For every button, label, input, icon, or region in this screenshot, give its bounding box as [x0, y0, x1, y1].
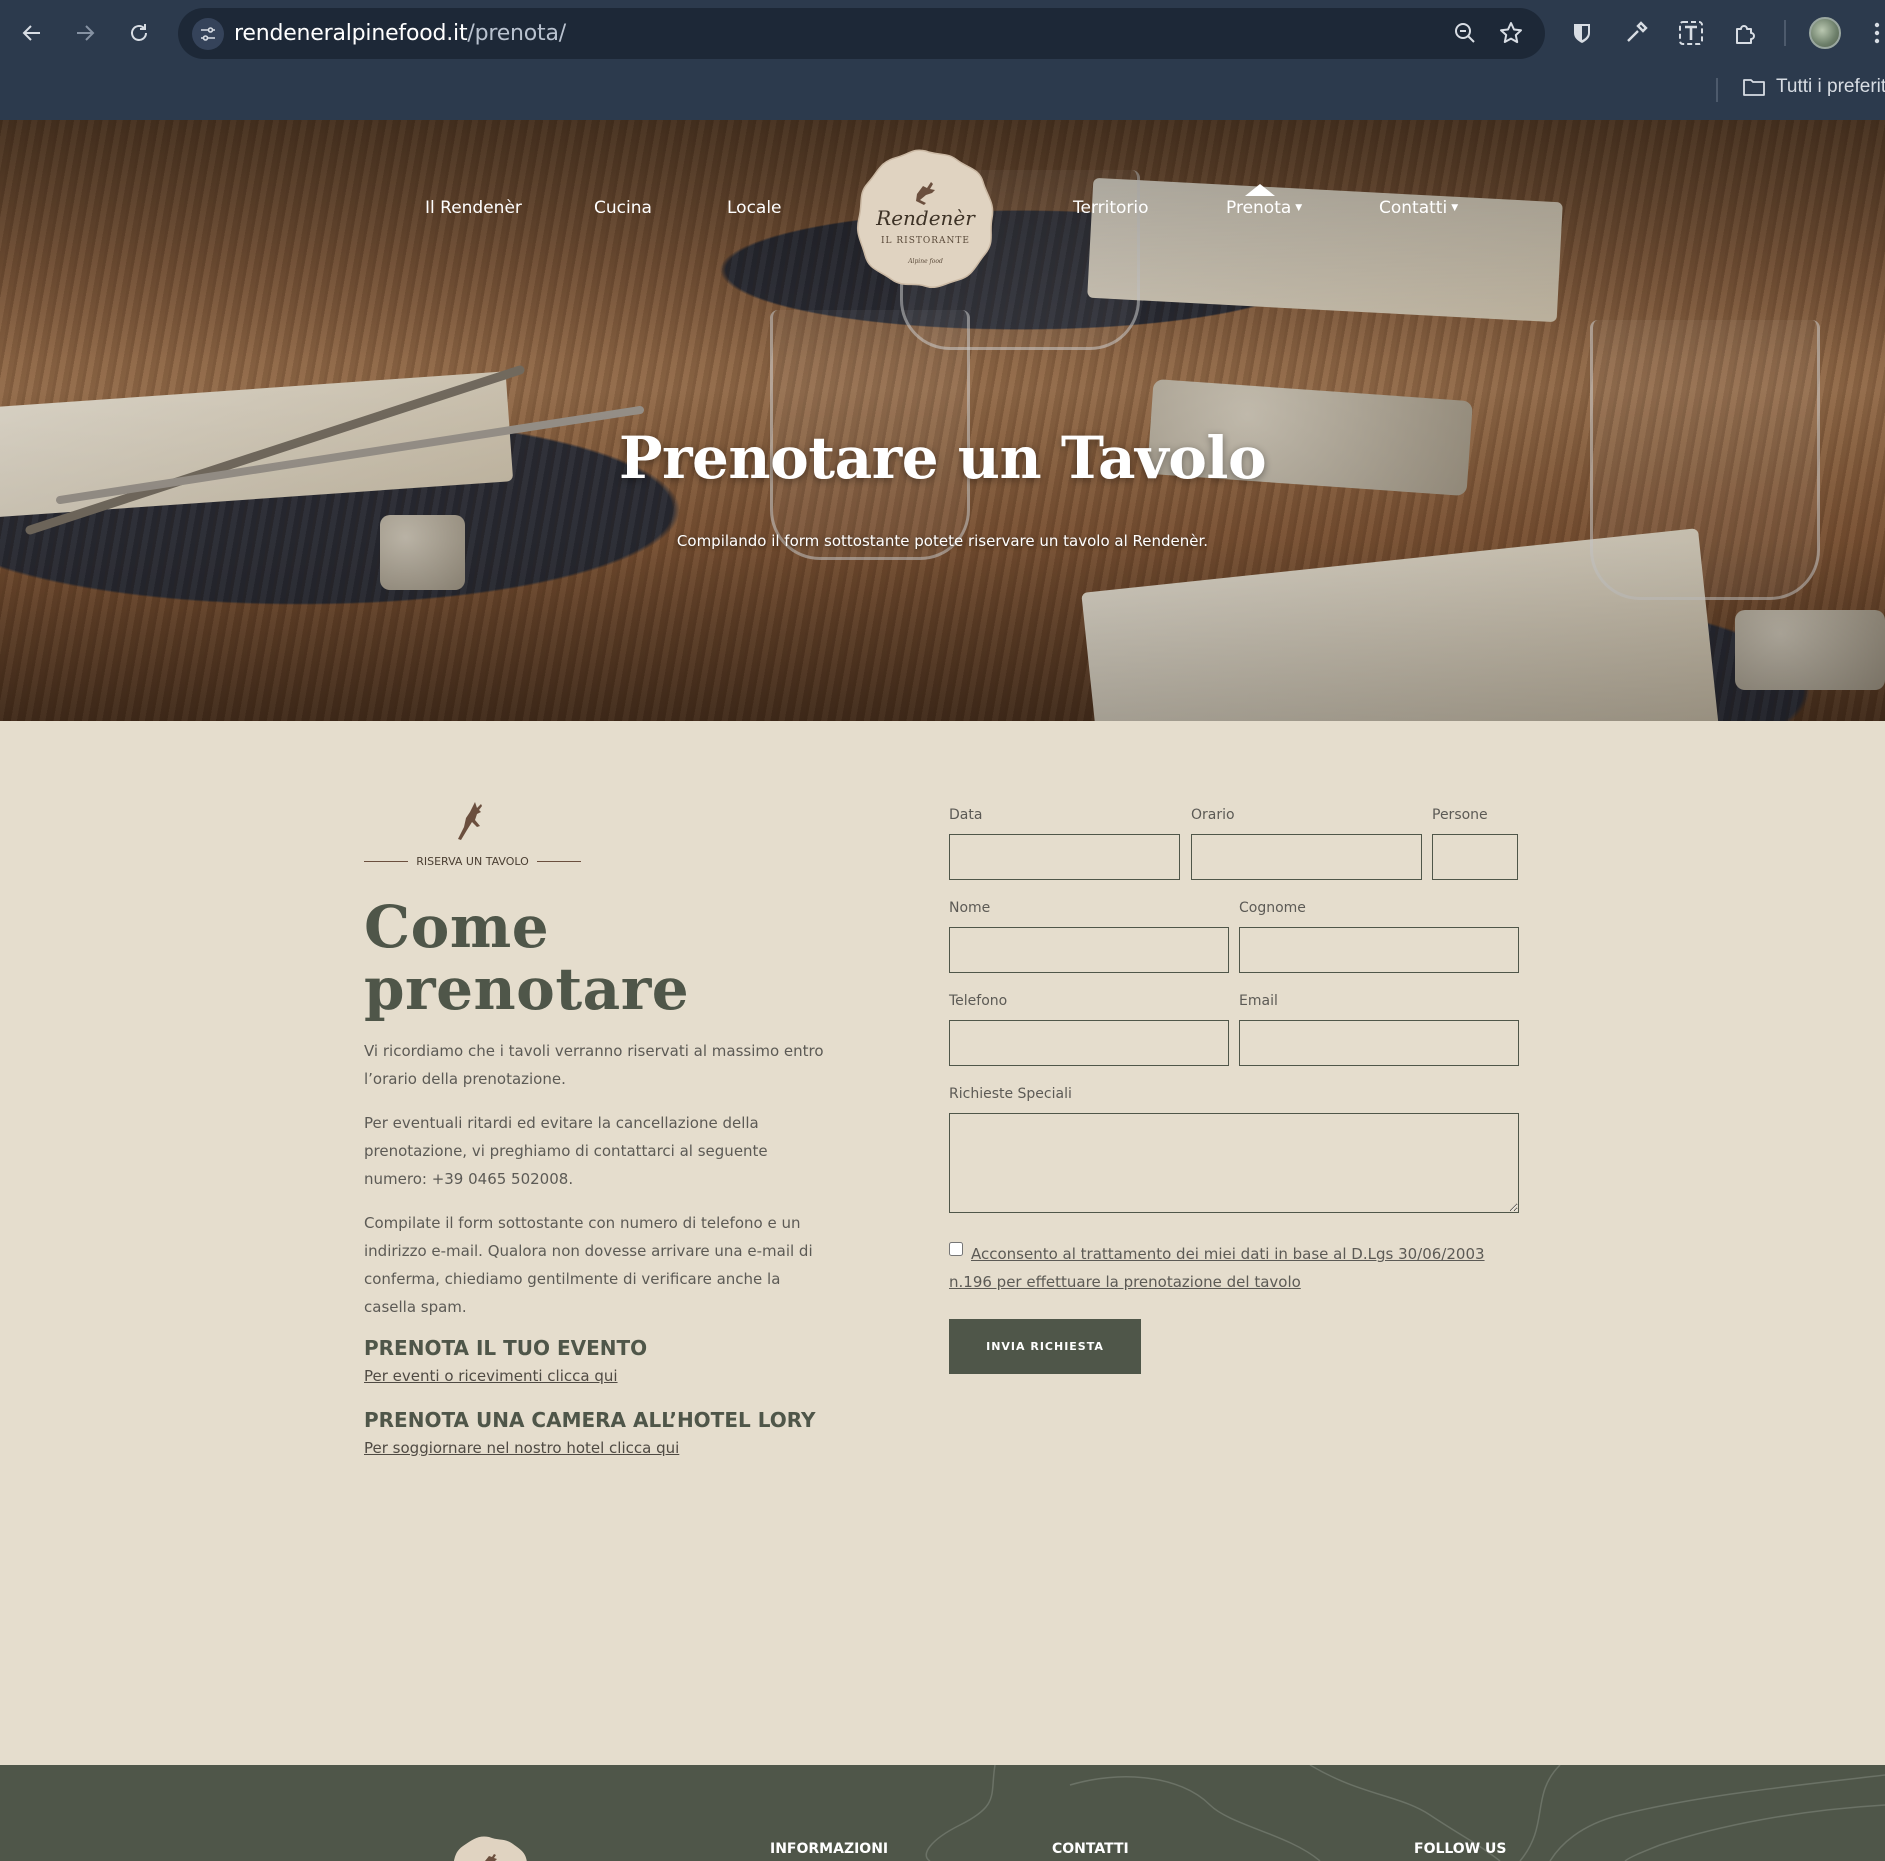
- data-label: Data: [949, 807, 983, 823]
- section-heading-line2: prenotare: [364, 955, 690, 1023]
- browser-toolbar: rendeneralpinefood.it/prenota/ Tutti i p…: [0, 0, 1885, 120]
- nav-item-cucina[interactable]: Cucina: [594, 198, 652, 218]
- footer-logo[interactable]: [447, 1835, 531, 1861]
- hotel-heading: PRENOTA UNA CAMERA ALL’HOTEL LORY: [364, 1408, 816, 1432]
- first-name-field[interactable]: [949, 927, 1229, 973]
- caret-down-icon: ▼: [1295, 203, 1303, 213]
- zoom-icon[interactable]: [1451, 19, 1479, 52]
- url-text[interactable]: rendeneralpinefood.it/prenota/: [234, 21, 566, 46]
- section-eyebrow: RISERVA UN TAVOLO: [364, 855, 581, 868]
- toolbar-divider: [1784, 20, 1786, 46]
- orario-label: Orario: [1191, 807, 1235, 823]
- phone-field[interactable]: [949, 1020, 1229, 1066]
- bookmarks-folder-label: Tutti i preferiti: [1776, 76, 1885, 97]
- caret-down-icon: ▼: [1451, 203, 1459, 213]
- date-field[interactable]: [949, 834, 1180, 880]
- section-heading: Come prenotare: [364, 896, 689, 1020]
- time-field[interactable]: [1191, 834, 1422, 880]
- arrow-right-icon: [77, 25, 95, 41]
- nav-item-prenota[interactable]: Prenota ▼: [1226, 198, 1302, 218]
- site-footer: INFORMAZIONI CONTATTI FOLLOW US: [0, 1765, 1885, 1861]
- telefono-label: Telefono: [949, 993, 1008, 1009]
- footer-heading-contatti: CONTATTI: [1052, 1841, 1129, 1857]
- nav-item-label: Prenota: [1226, 198, 1292, 218]
- address-bar[interactable]: rendeneralpinefood.it/prenota/: [178, 8, 1545, 59]
- page-title: Prenotare un Tavolo: [618, 424, 1267, 492]
- eyebrow-label: RISERVA UN TAVOLO: [416, 855, 529, 868]
- footer-heading-informazioni: INFORMAZIONI: [770, 1841, 889, 1857]
- deer-icon: [458, 802, 482, 840]
- menu-kebab-icon[interactable]: [1858, 14, 1885, 52]
- logo-sub-text: IL RISTORANTE: [881, 236, 970, 246]
- contour-pattern: [925, 1765, 1885, 1861]
- logo-tagline: Alpine food: [908, 258, 943, 265]
- reload-button[interactable]: [120, 14, 158, 52]
- url-path: /prenota/: [467, 21, 566, 46]
- active-nav-indicator: [1245, 184, 1275, 196]
- forward-button[interactable]: [66, 14, 104, 52]
- last-name-field[interactable]: [1239, 927, 1519, 973]
- footer-heading-follow-us: FOLLOW US: [1414, 1841, 1507, 1857]
- hero-subtitle: Compilando il form sottostante potete ri…: [676, 532, 1209, 550]
- reload-icon: [131, 24, 147, 41]
- submit-button[interactable]: INVIA RICHIESTA: [949, 1319, 1141, 1374]
- bookmark-star-icon[interactable]: [1497, 19, 1525, 52]
- cognome-label: Cognome: [1239, 900, 1306, 916]
- richieste-label: Richieste Speciali: [949, 1086, 1072, 1102]
- nome-label: Nome: [949, 900, 991, 916]
- extensions-puzzle-icon[interactable]: [1726, 14, 1764, 52]
- text-extension-icon[interactable]: [1672, 14, 1710, 52]
- guests-field[interactable]: [1432, 834, 1518, 880]
- eyedropper-extension-icon[interactable]: [1617, 14, 1655, 52]
- back-button[interactable]: [13, 14, 51, 52]
- event-heading: PRENOTA IL TUO EVENTO: [364, 1336, 648, 1360]
- nav-item-territorio[interactable]: Territorio: [1073, 198, 1149, 218]
- event-link[interactable]: Per eventi o ricevimenti clicca qui: [364, 1367, 618, 1385]
- section-heading-line1: Come: [364, 893, 550, 961]
- profile-avatar[interactable]: [1809, 17, 1841, 49]
- nav-item-contatti[interactable]: Contatti ▼: [1379, 198, 1458, 218]
- logo-brand-text: Rendenèr: [876, 206, 975, 230]
- folder-icon: [1743, 79, 1765, 96]
- eyebrow-line: [536, 861, 581, 862]
- intro-paragraph: Per eventuali ritardi ed evitare la canc…: [364, 1114, 768, 1188]
- special-requests-field[interactable]: [949, 1113, 1519, 1213]
- nav-item-il-rendener[interactable]: Il Rendenèr: [425, 198, 522, 218]
- shield-extension-icon[interactable]: [1563, 14, 1601, 52]
- site-logo[interactable]: Rendenèr IL RISTORANTE Alpine food: [855, 148, 996, 289]
- hotel-link[interactable]: Per soggiornare nel nostro hotel clicca …: [364, 1439, 679, 1457]
- site-settings-icon[interactable]: [192, 18, 224, 50]
- nav-item-label: Contatti: [1379, 198, 1448, 218]
- bookmarks-folder[interactable]: Tutti i preferiti: [1742, 76, 1885, 98]
- bookmarks-divider: [1716, 78, 1718, 102]
- eyebrow-line: [364, 861, 409, 862]
- email-field[interactable]: [1239, 1020, 1519, 1066]
- persone-label: Persone: [1432, 807, 1488, 823]
- arrow-left-icon: [22, 25, 40, 41]
- email-label: Email: [1239, 993, 1278, 1009]
- consent-label[interactable]: Acconsento al trattamento dei miei dati …: [949, 1240, 1529, 1296]
- url-host: rendeneralpinefood.it: [234, 21, 468, 46]
- nav-item-locale[interactable]: Locale: [727, 198, 782, 218]
- intro-paragraph: Compilate il form sottostante con numero…: [364, 1214, 813, 1316]
- intro-paragraph: Vi ricordiamo che i tavoli verranno rise…: [364, 1042, 824, 1088]
